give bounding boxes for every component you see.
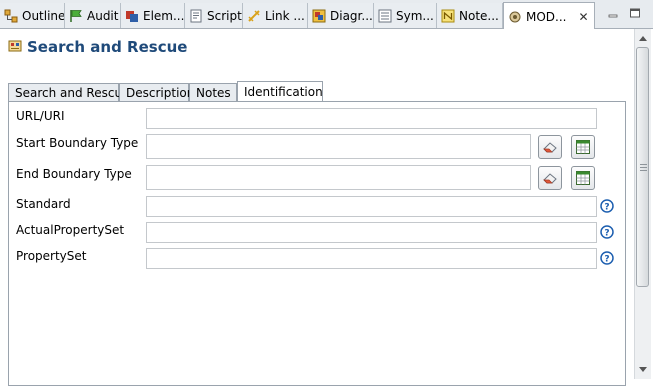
clear-start-boundary-button[interactable] [538,135,562,159]
tab-label: Notes [196,86,231,100]
close-icon[interactable]: ✕ [578,10,588,24]
vertical-scrollbar[interactable] [634,29,651,379]
help-icon[interactable]: ? [600,251,614,265]
svg-text:?: ? [604,229,609,239]
property-set-label: PropertySet [16,249,87,263]
tab-symbols[interactable]: Sym... [374,3,437,28]
tab-label: Search and Rescue [15,86,130,100]
view-tab-bar: Outline Audit Elem... Script Link ... Di… [0,0,653,30]
eraser-icon [543,142,557,153]
script-icon [188,8,203,23]
standard-field[interactable] [146,196,597,217]
symbol-icon [377,8,392,23]
form-header: Search and Rescue [7,37,187,57]
table-icon [576,140,590,154]
tab-label: Description [126,86,195,100]
tab-label: Audit [87,8,119,23]
minimize-button[interactable] [606,6,620,20]
actual-property-set-field[interactable] [146,222,597,243]
tab-notes[interactable]: Notes [189,83,237,102]
svg-text:?: ? [604,255,609,265]
tab-elements[interactable]: Elem... [121,3,185,28]
end-boundary-type-label: End Boundary Type [16,167,132,181]
start-boundary-type-label: Start Boundary Type [16,136,139,150]
tab-model[interactable]: MOD... ✕ [503,2,595,30]
outline-icon [3,8,18,23]
tab-description[interactable]: Description [119,83,194,102]
tab-label: Elem... [143,8,185,23]
tab-script[interactable]: Script [185,3,243,28]
scroll-up-arrow-icon[interactable] [635,30,651,46]
select-end-boundary-button[interactable] [571,166,595,190]
tab-outline[interactable]: Outline [0,3,65,28]
element-type-icon [7,38,23,57]
tab-search-and-rescue[interactable]: Search and Rescue [8,83,129,102]
tab-label: Identification [244,85,323,99]
diagram-icon [311,8,326,23]
actual-property-set-label: ActualPropertySet [16,223,125,237]
tab-label: Diagr... [330,8,373,23]
tab-link[interactable]: Link ... [243,3,308,28]
standard-label: Standard [16,197,71,211]
page-title: Search and Rescue [27,38,188,56]
model-icon [507,9,522,24]
link-icon [246,8,261,23]
tab-label: Outline [22,8,65,23]
start-boundary-type-field[interactable] [146,134,531,159]
table-icon [576,171,590,185]
url-uri-field[interactable] [146,108,597,129]
help-icon[interactable]: ? [600,199,614,213]
help-icon[interactable]: ? [600,225,614,239]
tab-label: Link ... [265,8,305,23]
tab-label: Note... [459,8,499,23]
tab-label: Sym... [396,8,434,23]
eraser-icon [543,173,557,184]
select-start-boundary-button[interactable] [571,135,595,159]
flag-icon [68,8,83,23]
tab-label: MOD... [526,9,567,24]
url-uri-label: URL/URI [16,109,65,123]
maximize-button[interactable] [628,6,642,20]
tab-identification[interactable]: Identification [237,81,323,102]
tab-audit[interactable]: Audit [65,3,121,28]
clear-end-boundary-button[interactable] [538,166,562,190]
scroll-down-arrow-icon[interactable] [635,361,651,377]
note-icon [440,8,455,23]
svg-text:?: ? [604,203,609,213]
tab-label: Script [207,8,242,23]
end-boundary-type-field[interactable] [146,165,531,190]
tab-notes-view[interactable]: Note... [437,3,503,28]
element-icon [124,8,139,23]
tab-diagram[interactable]: Diagr... [308,3,374,28]
editor-content: Search and Rescue Search and Rescue Desc… [0,29,633,386]
property-set-field[interactable] [146,248,597,269]
scrollbar-thumb[interactable] [636,47,649,287]
